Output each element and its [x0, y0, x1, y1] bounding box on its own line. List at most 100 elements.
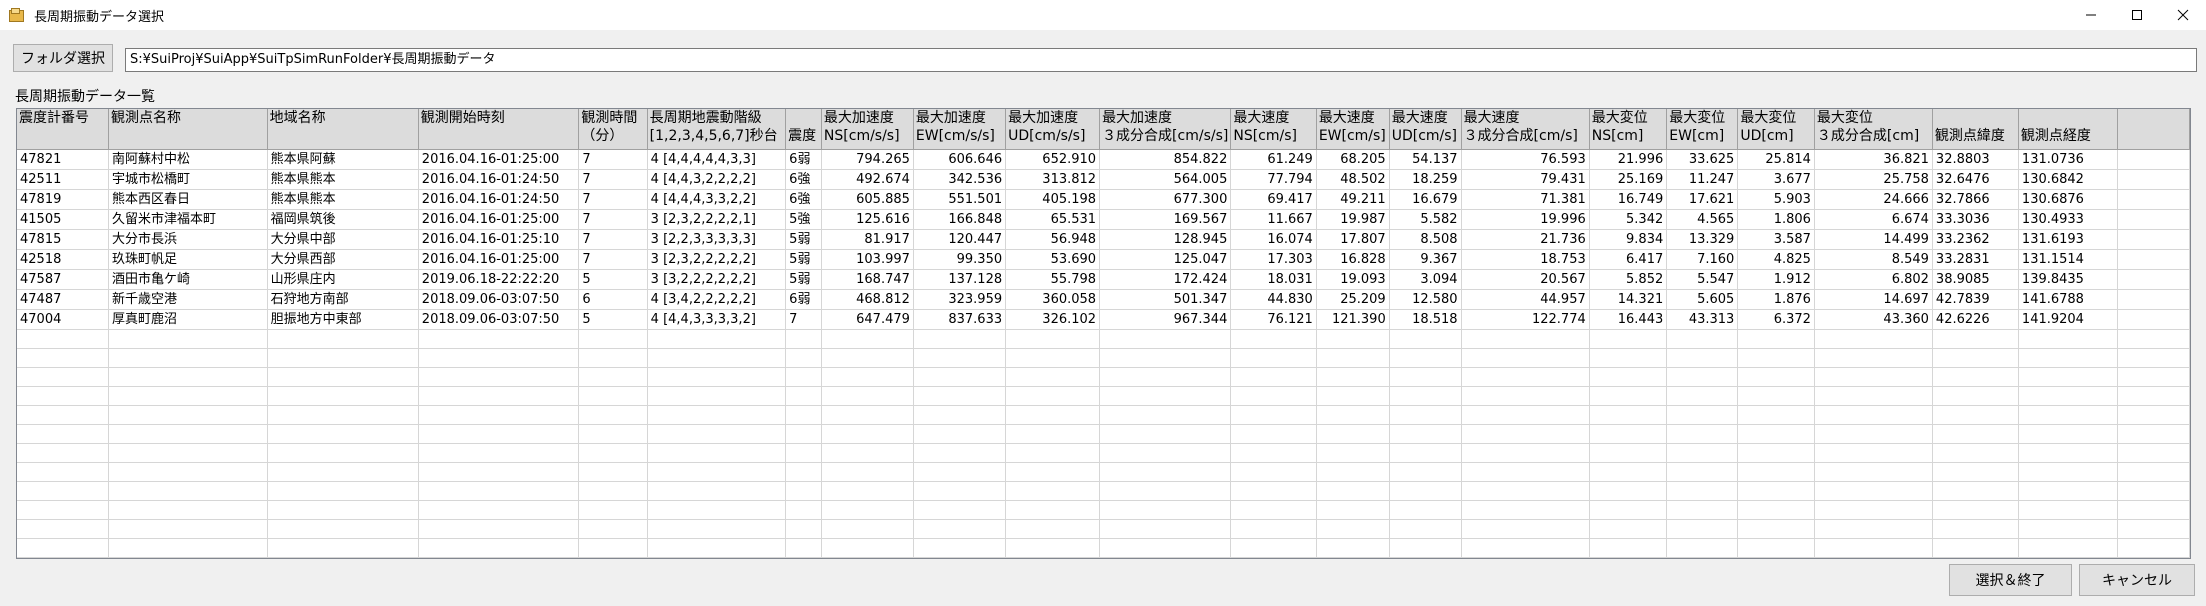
table-cell	[913, 443, 1007, 463]
column-header-line2	[111, 127, 265, 145]
table-cell	[2117, 149, 2190, 170]
table-cell: 41505	[17, 209, 109, 230]
column-header[interactable]: 最大変位 EW[cm]	[1666, 109, 1739, 150]
table-cell: 2018.09.06-03:07:50	[418, 289, 580, 310]
table-cell	[418, 538, 580, 558]
column-header[interactable]: 震度計番号	[17, 109, 109, 150]
table-cell: 4 [4,4,4,4,4,3,3]	[647, 149, 787, 170]
table-cell	[2117, 443, 2190, 463]
table-cell	[2117, 557, 2190, 558]
table-cell	[267, 443, 419, 463]
table-cell: 125.616	[821, 209, 914, 230]
folder-path-field[interactable]: S:¥SuiProj¥SuiApp¥SuiTpSimRunFolder¥長周期振…	[125, 48, 2197, 72]
table-cell	[1589, 367, 1668, 387]
table-row[interactable]: 47819 熊本西区春日 熊本県熊本 2016.04.16-01:24:50 7 4 [4…	[17, 189, 2190, 210]
table-cell: 17.807	[1316, 229, 1390, 250]
empty-row	[17, 500, 2190, 520]
table-cell	[267, 386, 419, 406]
table-cell	[578, 424, 648, 444]
column-header[interactable]: 最大速度 UD[cm/s]	[1389, 109, 1462, 150]
column-header[interactable]	[2117, 109, 2190, 150]
table-cell	[1389, 462, 1462, 482]
column-header[interactable]: 最大変位 NS[cm]	[1589, 109, 1668, 150]
column-header[interactable]: 最大変位 UD[cm]	[1737, 109, 1815, 150]
column-header[interactable]: 観測時間 （分）	[578, 109, 648, 150]
table-cell: 38.9085	[1932, 269, 2019, 290]
table-row[interactable]: 47815 大分市長浜 大分県中部 2016.04.16-01:25:10 7 3 [2,…	[17, 229, 2190, 250]
table-cell	[1005, 462, 1101, 482]
table-row[interactable]: 47587 酒田市亀ケ崎 山形県庄内 2019.06.18-22:22:20 5 3 [3…	[17, 269, 2190, 290]
data-grid[interactable]: 震度計番号 観測点名称 地域名称 観測開始時刻 観測時間 （分） 長周期地震動階級 [1,2,…	[16, 108, 2191, 559]
table-cell	[578, 557, 648, 558]
column-header[interactable]: 長周期地震動階級 [1,2,3,4,5,6,7]秒台	[647, 109, 787, 150]
table-cell: 2018.09.06-03:07:50	[418, 309, 580, 330]
column-header[interactable]: 最大加速度 UD[cm/s/s]	[1005, 109, 1101, 150]
table-row[interactable]: 47004 厚真町鹿沼 胆振地方中東部 2018.09.06-03:07:50 5 4 […	[17, 309, 2190, 330]
table-cell: 33.2831	[1932, 249, 2019, 270]
column-header-line2: ３成分合成[cm]	[1816, 128, 1920, 144]
column-header[interactable]: 観測開始時刻	[418, 109, 580, 150]
table-cell	[821, 557, 914, 558]
table-cell	[1589, 557, 1668, 558]
table-cell: 43.360	[1814, 309, 1933, 330]
column-header[interactable]: 最大加速度 EW[cm/s/s]	[913, 109, 1007, 150]
table-cell: 7	[578, 189, 648, 210]
cancel-button[interactable]: キャンセル	[2079, 564, 2195, 596]
column-header[interactable]: 最大速度 EW[cm/s]	[1316, 109, 1390, 150]
table-cell	[1316, 481, 1390, 501]
table-cell	[1005, 519, 1101, 539]
column-header[interactable]: 最大加速度 NS[cm/s/s]	[821, 109, 914, 150]
folder-select-button[interactable]: フォルダ選択	[13, 44, 113, 72]
column-header[interactable]: 観測点経度	[2018, 109, 2118, 150]
table-row[interactable]: 41505 久留米市津福本町 福岡県筑後 2016.04.16-01:25:00 7 3 …	[17, 209, 2190, 230]
table-cell: 967.344	[1099, 309, 1232, 330]
table-cell	[1932, 348, 2019, 368]
column-header[interactable]: 最大加速度 ３成分合成[cm/s/s]	[1099, 109, 1232, 150]
table-cell: 14.697	[1814, 289, 1933, 310]
column-header[interactable]: 観測点名称	[108, 109, 268, 150]
table-cell	[578, 538, 648, 558]
column-header[interactable]: 地域名称	[267, 109, 419, 150]
column-header[interactable]: 最大変位 ３成分合成[cm]	[1814, 109, 1933, 150]
column-header[interactable]: 最大速度 NS[cm/s]	[1230, 109, 1317, 150]
table-cell	[578, 443, 648, 463]
column-header[interactable]: 震度	[785, 109, 822, 150]
table-cell	[108, 348, 268, 368]
table-cell	[1099, 386, 1232, 406]
table-cell	[1737, 367, 1815, 387]
column-header[interactable]: 観測点緯度	[1932, 109, 2019, 150]
table-cell	[1230, 348, 1317, 368]
table-cell: 7	[578, 229, 648, 250]
column-header-line2: NS[cm]	[1591, 128, 1644, 144]
table-cell: 166.848	[913, 209, 1007, 230]
table-cell	[1230, 500, 1317, 520]
table-cell: 6強	[785, 169, 822, 190]
table-cell	[1389, 519, 1462, 539]
table-cell	[1230, 481, 1317, 501]
table-row[interactable]: 47821 南阿蘇村中松 熊本県阿蘇 2016.04.16-01:25:00 7 4 [4…	[17, 149, 2190, 170]
table-row[interactable]: 42518 玖珠町帆足 大分県西部 2016.04.16-01:25:00 7 3 [2,…	[17, 249, 2190, 270]
table-cell: 16.679	[1389, 189, 1462, 210]
column-header[interactable]: 最大速度 ３成分合成[cm/s]	[1461, 109, 1590, 150]
column-header-line1: 地域名称	[269, 110, 326, 126]
table-cell: 99.350	[913, 249, 1007, 270]
maximize-icon[interactable]	[2114, 0, 2160, 30]
table-cell	[647, 538, 787, 558]
close-icon[interactable]	[2160, 0, 2206, 30]
table-cell	[1814, 500, 1933, 520]
table-cell	[1666, 557, 1739, 558]
table-cell: 32.8803	[1932, 149, 2019, 170]
table-cell: 49.211	[1316, 189, 1390, 210]
table-row[interactable]: 47487 新千歳空港 石狩地方南部 2018.09.06-03:07:50 6 4 [3…	[17, 289, 2190, 310]
select-and-exit-button[interactable]: 選択＆終了	[1949, 564, 2072, 596]
table-cell: 25.209	[1316, 289, 1390, 310]
table-cell	[821, 481, 914, 501]
table-cell	[821, 462, 914, 482]
table-cell	[2018, 443, 2118, 463]
table-row[interactable]: 42511 宇城市松橋町 熊本県熊本 2016.04.16-01:24:50 7 4 [4…	[17, 169, 2190, 190]
table-cell: 54.137	[1389, 149, 1462, 170]
table-cell: 厚真町鹿沼	[108, 309, 268, 330]
minimize-icon[interactable]	[2068, 0, 2114, 30]
table-cell: 5	[578, 269, 648, 290]
column-header-line1	[2021, 109, 2115, 127]
